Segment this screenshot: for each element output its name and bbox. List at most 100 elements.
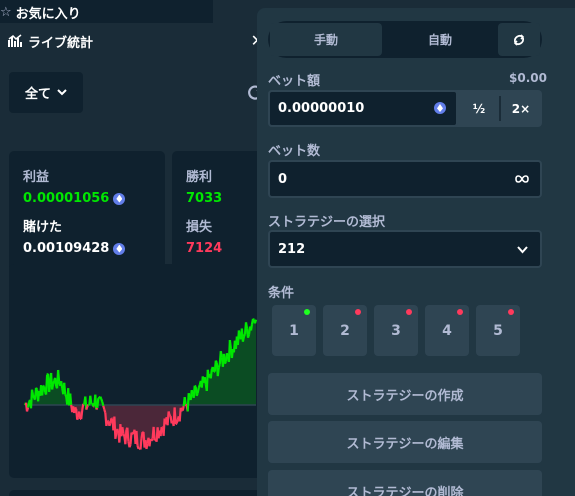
delete-strategy-button[interactable]: ストラテジーの削除 bbox=[268, 470, 542, 496]
chart-segment bbox=[197, 384, 201, 388]
losses-value: 7124 bbox=[186, 241, 223, 256]
chart-segment bbox=[51, 383, 55, 390]
chart-segment bbox=[173, 407, 177, 425]
swap-icon bbox=[513, 33, 525, 46]
sidebar-item-favorites[interactable]: ☆ お気に入り bbox=[0, 0, 81, 24]
chart-segment bbox=[219, 350, 223, 358]
chart-segment bbox=[52, 380, 56, 385]
losses-label: 損失 bbox=[186, 220, 213, 235]
bet-count-value: 0 bbox=[278, 171, 288, 187]
star-icon: ☆ bbox=[0, 4, 12, 20]
chart-segment bbox=[69, 393, 73, 405]
chart-segment bbox=[184, 403, 188, 407]
chart-segment bbox=[60, 381, 64, 389]
chart-segment bbox=[124, 429, 128, 445]
chart-segment bbox=[194, 384, 197, 388]
strategy-select-value: 212 bbox=[278, 241, 306, 257]
chart-segment bbox=[89, 395, 93, 404]
chart-segment bbox=[159, 426, 163, 437]
chart-segment bbox=[102, 405, 106, 410]
bet-count-input[interactable]: 0 bbox=[268, 160, 542, 198]
chart-segment bbox=[167, 411, 171, 416]
chart-segment bbox=[195, 392, 199, 397]
chart-segment bbox=[96, 398, 100, 409]
live-stats-header: ライブ統計 bbox=[0, 23, 275, 59]
tab-manual[interactable]: 手動 bbox=[270, 23, 382, 56]
condition-button-2[interactable]: 2 bbox=[323, 305, 367, 356]
chart-segment bbox=[80, 410, 84, 420]
half-button[interactable]: ½ bbox=[460, 90, 498, 127]
chart-segment bbox=[63, 382, 67, 395]
strategy-select[interactable]: 212 bbox=[268, 230, 542, 268]
stats-filter-dropdown[interactable]: 全て bbox=[9, 72, 83, 113]
chart-segment bbox=[211, 366, 215, 373]
profit-amount: 0.00001056 bbox=[23, 191, 110, 206]
chart-segment bbox=[42, 384, 45, 388]
create-strategy-button[interactable]: ストラテジーの作成 bbox=[268, 373, 542, 415]
wins-label: 勝利 bbox=[186, 170, 213, 185]
chart-segment bbox=[129, 432, 133, 445]
panel-footer-edge bbox=[9, 490, 262, 496]
chart-segment bbox=[43, 386, 47, 393]
chart-segment bbox=[161, 426, 164, 429]
chart-segment bbox=[106, 419, 109, 423]
wins-value: 7033 bbox=[186, 191, 223, 206]
chart-segment bbox=[145, 443, 149, 450]
chart-segment bbox=[246, 334, 251, 339]
chart-segment bbox=[175, 419, 179, 424]
profit-value: 0.00001056 bbox=[23, 191, 126, 206]
chart-segment bbox=[225, 352, 229, 358]
status-dot bbox=[304, 309, 310, 315]
live-stats-title: ライブ統計 bbox=[28, 35, 94, 51]
chart-segment bbox=[175, 422, 178, 426]
status-dot bbox=[457, 309, 463, 315]
bet-amount-usd: $0.00 bbox=[509, 71, 547, 85]
edit-strategy-button[interactable]: ストラテジーの編集 bbox=[268, 421, 542, 463]
wagered-label: 賭けた bbox=[23, 220, 63, 235]
chart-segment bbox=[76, 416, 80, 421]
condition-button-3[interactable]: 3 bbox=[374, 305, 418, 356]
swap-mode-button[interactable] bbox=[498, 23, 540, 56]
chart-segment bbox=[122, 433, 126, 437]
chart-segment bbox=[54, 377, 58, 387]
bet-amount-label: ベット額 bbox=[268, 74, 321, 89]
chart-segment bbox=[203, 377, 207, 385]
chart-segment bbox=[249, 324, 254, 331]
status-dot bbox=[508, 309, 514, 315]
stats-box-profit-wagered: 利益 0.00001056 賭けた 0.00109428 bbox=[9, 151, 165, 272]
chart-segment bbox=[253, 319, 258, 324]
bet-amount-value: 0.00000010 bbox=[278, 101, 365, 116]
tab-auto[interactable]: 自動 bbox=[384, 21, 496, 58]
chart-segment bbox=[140, 431, 144, 439]
chart-segment bbox=[223, 361, 227, 365]
condition-button-1[interactable]: 1 bbox=[272, 305, 316, 356]
status-dot bbox=[406, 309, 412, 315]
chart-segment bbox=[48, 384, 52, 393]
double-button[interactable]: 2× bbox=[502, 90, 540, 127]
chart-segment bbox=[35, 387, 39, 391]
chart-segment bbox=[150, 438, 154, 442]
wagered-value: 0.00109428 bbox=[23, 241, 126, 256]
profit-chart bbox=[9, 264, 262, 478]
chart-segment bbox=[97, 396, 100, 400]
divider bbox=[499, 96, 501, 121]
chart-segment bbox=[192, 385, 196, 398]
chart-segment bbox=[64, 393, 68, 397]
chart-segment bbox=[139, 438, 143, 450]
chart-segment bbox=[135, 430, 139, 446]
bet-count-label: ベット数 bbox=[268, 144, 321, 159]
chart-segment bbox=[126, 427, 130, 442]
chevron-down-icon bbox=[517, 246, 528, 254]
chart-segment bbox=[31, 394, 36, 399]
chart-segment bbox=[187, 392, 191, 398]
chart-segment bbox=[57, 369, 61, 382]
condition-button-4[interactable]: 4 bbox=[425, 305, 469, 356]
chart-segment bbox=[95, 407, 99, 411]
eth-icon bbox=[113, 192, 126, 205]
bet-amount-input[interactable]: 0.00000010 bbox=[268, 90, 458, 127]
chart-segment bbox=[128, 444, 132, 448]
condition-button-5[interactable]: 5 bbox=[476, 305, 520, 356]
profit-chart-svg bbox=[23, 317, 258, 451]
chart-segment bbox=[168, 414, 172, 417]
chart-segment bbox=[103, 409, 107, 414]
